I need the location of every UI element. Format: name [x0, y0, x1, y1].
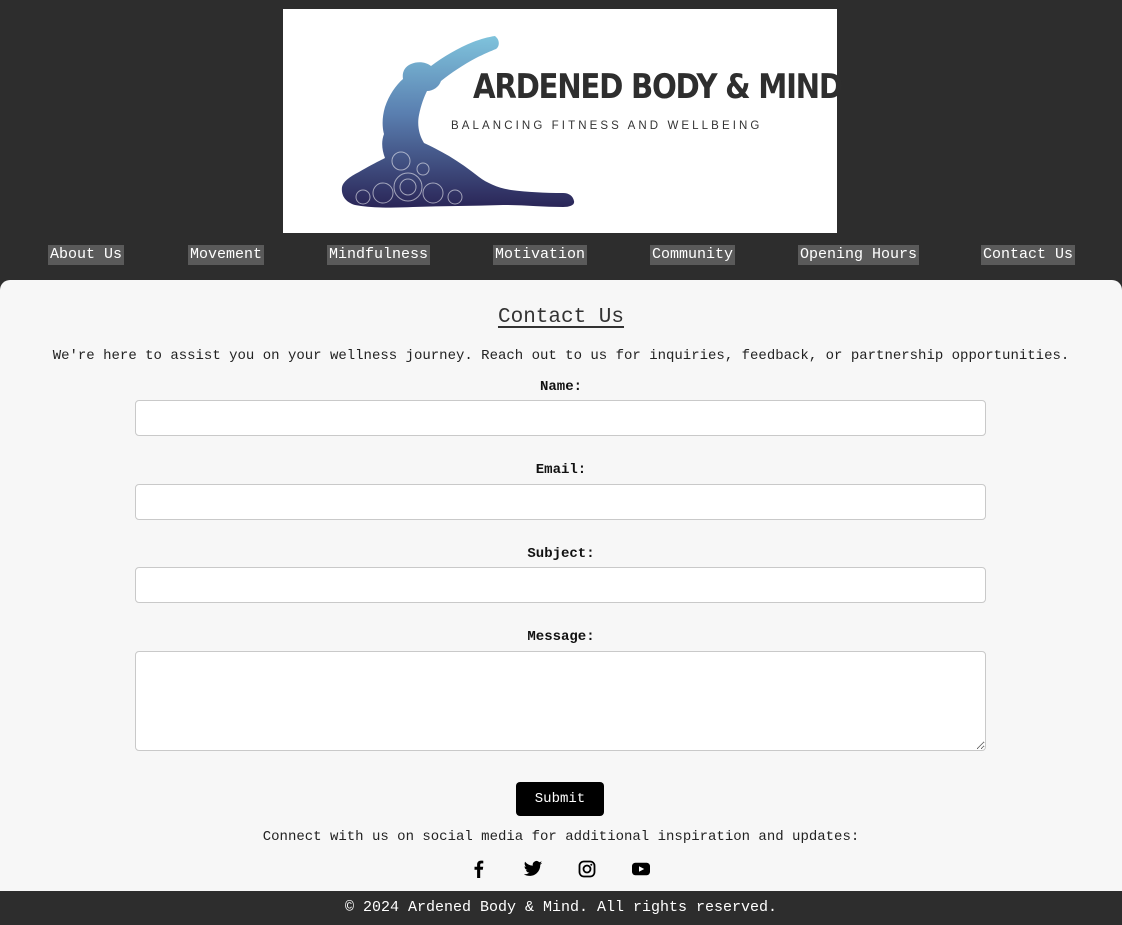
intro-text: We're here to assist you on your wellnes…: [52, 348, 1070, 364]
nav-opening-hours[interactable]: Opening Hours: [798, 245, 920, 265]
youtube-icon[interactable]: [631, 859, 651, 879]
subject-input[interactable]: [135, 567, 986, 603]
instagram-icon[interactable]: [577, 859, 597, 879]
logo-tagline: BALANCING FITNESS AND WELLBEING: [451, 120, 763, 132]
site-footer: © 2024 Ardened Body & Mind. All rights r…: [0, 891, 1122, 925]
nav-motivation[interactable]: Motivation: [493, 245, 588, 265]
email-label: Email:: [535, 462, 587, 478]
logo-title: ARDENED BODY & MIND: [473, 67, 843, 107]
nav-mindfulness[interactable]: Mindfulness: [327, 245, 431, 265]
facebook-icon[interactable]: [469, 859, 489, 879]
page-title: Contact Us: [497, 306, 625, 329]
name-label: Name:: [539, 379, 582, 395]
subject-label: Subject:: [527, 546, 595, 562]
email-input[interactable]: [135, 484, 986, 520]
nav-movement[interactable]: Movement: [188, 245, 265, 265]
social-text: Connect with us on social media for addi…: [262, 829, 860, 845]
name-input[interactable]: [135, 400, 986, 436]
message-textarea[interactable]: [135, 651, 986, 751]
contact-section: Contact Us We're here to assist you on y…: [0, 280, 1122, 891]
submit-button[interactable]: Submit: [516, 782, 604, 816]
nav-contact-us[interactable]: Contact Us: [981, 245, 1076, 265]
nav-about-us[interactable]: About Us: [48, 245, 125, 265]
copyright-text: © 2024 Ardened Body & Mind. All rights r…: [344, 899, 778, 916]
site-header: ARDENED BODY & MIND BALANCING FITNESS AN…: [0, 0, 1122, 280]
message-label: Message:: [527, 629, 595, 645]
nav-community[interactable]: Community: [650, 245, 736, 265]
twitter-icon[interactable]: [523, 859, 543, 879]
logo[interactable]: ARDENED BODY & MIND BALANCING FITNESS AN…: [283, 9, 843, 233]
